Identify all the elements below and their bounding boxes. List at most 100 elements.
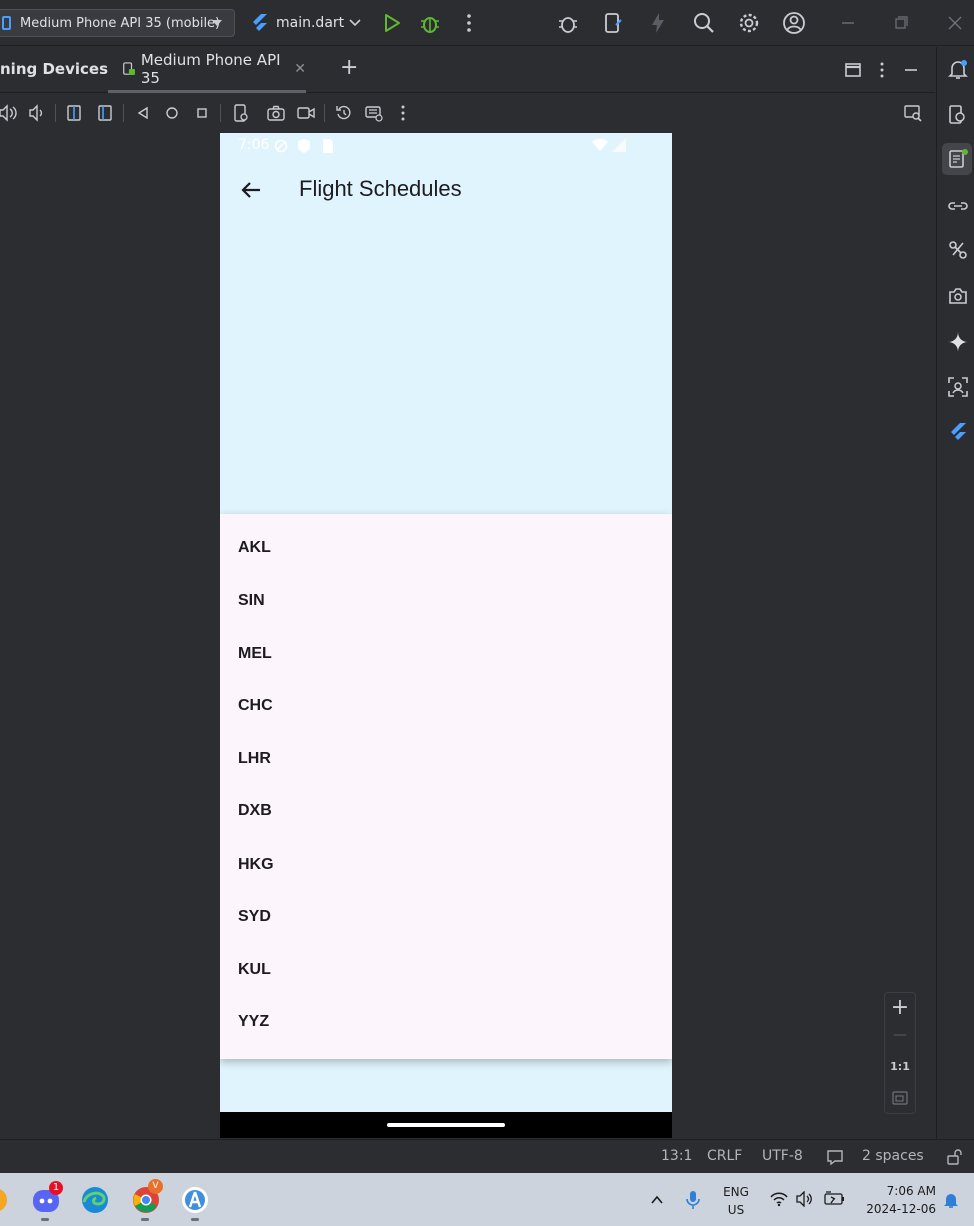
device-selector[interactable]: Medium Phone API 35 (mobile) — [0, 9, 235, 37]
battery-charging-icon[interactable] — [823, 1191, 845, 1207]
attach-debugger-icon[interactable] — [556, 11, 580, 35]
clock-time[interactable]: 7:06 AM — [860, 1183, 936, 1199]
screen-record-icon[interactable] — [296, 103, 316, 123]
camera-icon[interactable] — [266, 103, 286, 123]
partial-app-icon[interactable] — [0, 1187, 8, 1213]
menu-item-dxb[interactable]: DXB — [238, 802, 272, 820]
device-settings-icon[interactable] — [231, 103, 251, 123]
volume-down-icon[interactable] — [28, 103, 48, 123]
caret-position[interactable]: 13:1 — [661, 1148, 692, 1164]
volume-up-icon[interactable] — [0, 103, 20, 123]
dnd-icon — [274, 139, 288, 153]
wifi-icon — [592, 139, 608, 151]
hot-reload-icon[interactable] — [646, 11, 670, 35]
inspect-layout-icon[interactable] — [903, 103, 923, 123]
close-tab-icon[interactable]: ✕ — [294, 61, 306, 77]
unlock-icon[interactable] — [946, 1148, 964, 1166]
app-links-icon[interactable] — [947, 195, 969, 217]
back-arrow-icon[interactable] — [240, 179, 262, 201]
gemini-sparkle-icon[interactable] — [947, 331, 969, 353]
emulator-screen[interactable]: 7:06 Flight Schedules AKL SIN MEL CHC LH… — [220, 133, 672, 1138]
input-region[interactable]: US — [718, 1202, 754, 1218]
speaker-icon[interactable] — [796, 1191, 814, 1207]
wifi-icon[interactable] — [770, 1191, 788, 1207]
flutter-inspector-tools-icon[interactable] — [947, 239, 969, 261]
zoom-in-button[interactable]: + — [885, 995, 915, 1020]
edge-icon[interactable] — [80, 1185, 110, 1215]
menu-item-chc[interactable]: CHC — [238, 697, 273, 715]
snapshot-icon[interactable] — [334, 103, 354, 123]
menu-item-kul[interactable]: KUL — [238, 961, 271, 979]
chevron-up-icon[interactable] — [650, 1193, 664, 1207]
indent-setting[interactable]: 2 spaces — [862, 1148, 924, 1164]
ide-status-bar: 13:1 CRLF UTF-8 2 spaces — [0, 1139, 974, 1173]
running-indicator — [191, 1218, 199, 1221]
gesture-handle[interactable] — [387, 1123, 505, 1127]
menu-item-mel[interactable]: MEL — [238, 645, 272, 663]
device-manager-icon[interactable] — [601, 11, 625, 35]
flutter-outline-icon[interactable] — [947, 421, 969, 443]
maximize-panel-icon[interactable] — [843, 60, 863, 80]
tab-medium-phone[interactable]: Medium Phone API 35 ✕ — [108, 47, 306, 93]
account-icon[interactable] — [782, 11, 806, 35]
running-devices-icon[interactable] — [947, 148, 969, 170]
rotate-left-icon[interactable] — [64, 103, 84, 123]
windows-taskbar: 1 V ENG US 7:06 AM 2024-12-06 — [0, 1173, 974, 1226]
zoom-out-button[interactable]: — — [885, 1027, 915, 1043]
zoom-fit-icon[interactable] — [892, 1090, 908, 1106]
chrome-taskbar-button[interactable]: V — [131, 1179, 163, 1215]
running-indicator — [141, 1218, 149, 1221]
notifications-bell-icon[interactable] — [947, 58, 969, 80]
run-config-selector[interactable]: main.dart — [250, 9, 362, 37]
device-tab-icon — [123, 61, 135, 75]
chrome-profile-badge: V — [148, 1179, 163, 1194]
emulator-toolbar — [0, 94, 935, 132]
comment-icon[interactable] — [826, 1148, 844, 1166]
menu-item-akl[interactable]: AKL — [238, 539, 271, 557]
file-encoding[interactable]: UTF-8 — [762, 1148, 803, 1164]
microphone-icon[interactable] — [684, 1189, 702, 1211]
menu-item-hkg[interactable]: HKG — [238, 856, 274, 874]
chevron-down-icon — [212, 20, 222, 26]
toolbar-divider — [123, 104, 124, 122]
layout-inspector-icon[interactable] — [947, 376, 969, 398]
search-icon[interactable] — [692, 11, 716, 35]
discord-taskbar-button[interactable]: 1 — [31, 1181, 63, 1215]
sim-card-icon — [323, 139, 333, 153]
device-explorer-icon[interactable] — [947, 104, 969, 126]
shield-icon — [298, 139, 310, 153]
panel-options-icon[interactable] — [872, 60, 892, 80]
screenshot-tool-icon[interactable] — [947, 285, 969, 307]
menu-item-lhr[interactable]: LHR — [238, 750, 271, 768]
close-window-icon[interactable] — [943, 11, 967, 35]
input-language[interactable]: ENG — [718, 1184, 754, 1200]
notification-bell-icon[interactable] — [942, 1191, 960, 1209]
zoom-actual-size-button[interactable]: 1:1 — [885, 1060, 915, 1073]
run-icon[interactable] — [380, 11, 404, 35]
android-nav-bar — [220, 1112, 672, 1138]
overview-square-icon[interactable] — [192, 103, 212, 123]
android-studio-icon[interactable] — [180, 1185, 210, 1215]
more-vertical-icon[interactable] — [393, 103, 413, 123]
clock-date[interactable]: 2024-12-06 — [860, 1201, 936, 1217]
back-triangle-icon[interactable] — [133, 103, 153, 123]
menu-item-sin[interactable]: SIN — [238, 592, 265, 610]
hide-panel-icon[interactable] — [901, 60, 921, 80]
rotate-right-icon[interactable] — [95, 103, 115, 123]
keyboard-icon[interactable] — [364, 103, 384, 123]
line-ending[interactable]: CRLF — [707, 1148, 742, 1164]
home-circle-icon[interactable] — [162, 103, 182, 123]
add-tab-icon[interactable]: + — [340, 55, 358, 80]
flutter-icon — [253, 14, 267, 31]
android-status-bar: 7:06 — [220, 133, 672, 159]
more-vertical-icon[interactable] — [457, 11, 481, 35]
gear-icon[interactable] — [737, 11, 761, 35]
minimize-window-icon[interactable] — [836, 11, 860, 35]
debug-icon[interactable] — [418, 11, 442, 35]
run-config-label: main.dart — [276, 15, 345, 31]
running-devices-title: ning Devices — [0, 60, 108, 78]
menu-item-syd[interactable]: SYD — [238, 908, 271, 926]
menu-item-yyz[interactable]: YYZ — [238, 1013, 269, 1031]
restore-window-icon[interactable] — [889, 11, 913, 35]
cell-signal-icon — [612, 138, 626, 152]
